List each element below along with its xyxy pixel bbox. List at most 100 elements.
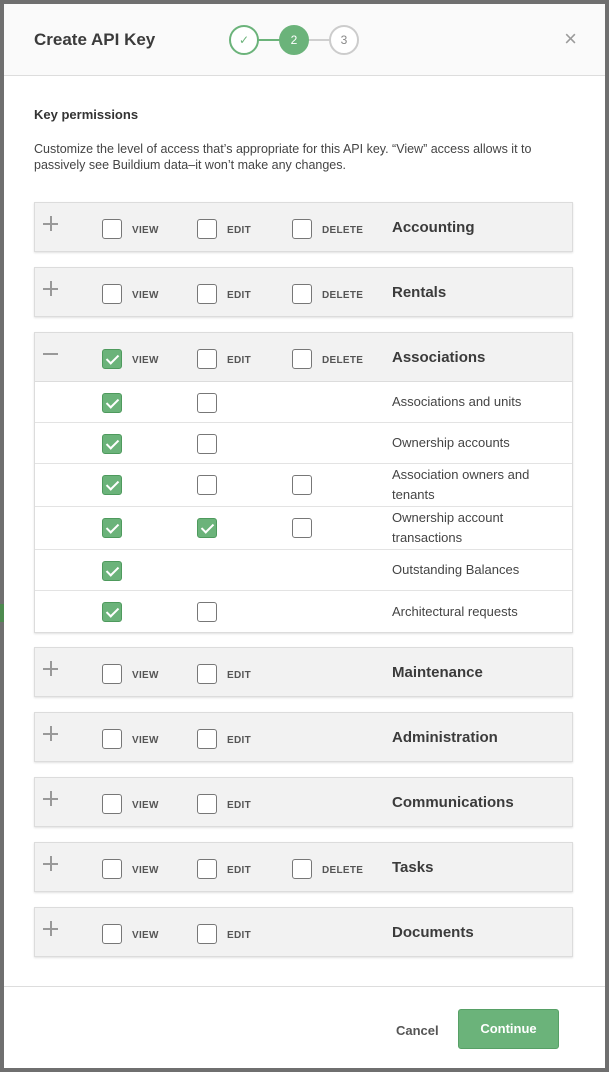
view-label: VIEW — [132, 800, 159, 811]
edit-label: EDIT — [227, 670, 251, 681]
expand-plus-icon[interactable] — [43, 216, 59, 232]
section-description: Customize the level of access that’s app… — [34, 142, 532, 172]
expand-plus-icon[interactable] — [43, 856, 59, 872]
permission-category-title: Communications — [392, 794, 514, 811]
permission-card-header: VIEW EDIT Administration — [35, 713, 572, 761]
edit-checkbox[interactable] — [197, 924, 217, 944]
edit-label: EDIT — [227, 930, 251, 941]
edit-label: EDIT — [227, 225, 251, 236]
view-label: VIEW — [132, 930, 159, 941]
permission-subitem-label: Architectural requests — [392, 603, 518, 619]
permission-subitem-label: Outstanding Balances — [392, 562, 520, 577]
close-icon[interactable]: × — [564, 26, 577, 52]
permission-subitems: Associations and units Ownership accounts… — [35, 381, 572, 632]
permission-card-maintenance: VIEW EDIT Maintenance — [34, 647, 573, 697]
permission-card-tasks: VIEW EDIT DELETE Tasks — [34, 842, 573, 892]
permission-card-header: VIEW EDIT Maintenance — [35, 648, 572, 696]
permission-category-title: Tasks — [392, 859, 434, 876]
permission-card-documents: VIEW EDIT Documents — [34, 907, 573, 957]
subitem-delete-checkbox[interactable] — [292, 518, 312, 538]
permission-category-title: Maintenance — [392, 664, 483, 681]
permission-subitem-row: Ownership account transactions — [35, 507, 572, 550]
permission-card-header: VIEW EDIT DELETE Accounting — [35, 203, 572, 251]
permission-subitem-row: Ownership accounts — [35, 423, 572, 464]
progress-stepper: ✓ 2 3 — [229, 25, 361, 55]
section-title: Key permissions — [34, 107, 139, 122]
subitem-delete-checkbox[interactable] — [292, 475, 312, 495]
edit-checkbox[interactable] — [197, 794, 217, 814]
edit-label: EDIT — [227, 355, 251, 366]
cancel-button[interactable]: Cancel — [396, 1023, 439, 1038]
delete-label: DELETE — [322, 290, 364, 301]
dialog-title: Create API Key — [34, 30, 156, 49]
edit-label: EDIT — [227, 800, 251, 811]
edit-checkbox[interactable] — [197, 349, 217, 369]
subitem-view-checkbox[interactable] — [102, 393, 122, 413]
edit-label: EDIT — [227, 290, 251, 301]
permission-card-header: VIEW EDIT Communications — [35, 778, 572, 826]
continue-button[interactable]: Continue — [458, 1009, 559, 1049]
edit-label: EDIT — [227, 865, 251, 876]
permission-card-header: VIEW EDIT Documents — [35, 908, 572, 956]
subitem-view-checkbox[interactable] — [102, 434, 122, 454]
expand-plus-icon[interactable] — [43, 791, 59, 807]
view-checkbox[interactable] — [102, 349, 122, 369]
delete-label: DELETE — [322, 355, 364, 366]
permission-card-administration: VIEW EDIT Administration — [34, 712, 573, 762]
view-checkbox[interactable] — [102, 284, 122, 304]
delete-checkbox[interactable] — [292, 349, 312, 369]
view-checkbox[interactable] — [102, 794, 122, 814]
subitem-edit-checkbox[interactable] — [197, 434, 217, 454]
permission-category-title: Documents — [392, 924, 474, 941]
permission-card-rentals: VIEW EDIT DELETE Rentals — [34, 267, 573, 317]
view-checkbox[interactable] — [102, 729, 122, 749]
expand-plus-icon[interactable] — [43, 661, 59, 677]
edit-checkbox[interactable] — [197, 859, 217, 879]
edit-label: EDIT — [227, 735, 251, 746]
permission-subitem-label: Ownership account transactions — [392, 510, 504, 545]
permission-card-associations: VIEW EDIT DELETE Associations Associations a… — [34, 332, 573, 633]
subitem-view-checkbox[interactable] — [102, 475, 122, 495]
view-checkbox[interactable] — [102, 664, 122, 684]
view-label: VIEW — [132, 865, 159, 876]
step-connector — [308, 39, 330, 41]
permission-category-title: Rentals — [392, 284, 447, 301]
permission-card-accounting: VIEW EDIT DELETE Accounting — [34, 202, 573, 252]
view-checkbox[interactable] — [102, 924, 122, 944]
view-checkbox[interactable] — [102, 219, 122, 239]
permission-subitem-row: Association owners and tenants — [35, 464, 572, 507]
edit-checkbox[interactable] — [197, 219, 217, 239]
delete-label: DELETE — [322, 225, 364, 236]
subitem-view-checkbox[interactable] — [102, 518, 122, 538]
subitem-view-checkbox[interactable] — [102, 602, 122, 622]
view-label: VIEW — [132, 290, 159, 301]
permission-category-title: Administration — [392, 729, 498, 746]
collapse-minus-icon[interactable] — [43, 346, 59, 362]
expand-plus-icon[interactable] — [43, 921, 59, 937]
step-1-complete-check-icon: ✓ — [229, 25, 259, 55]
subitem-edit-checkbox[interactable] — [197, 518, 217, 538]
step-3-upcoming: 3 — [329, 25, 359, 55]
view-label: VIEW — [132, 735, 159, 746]
expand-plus-icon[interactable] — [43, 726, 59, 742]
edit-checkbox[interactable] — [197, 729, 217, 749]
delete-checkbox[interactable] — [292, 284, 312, 304]
view-checkbox[interactable] — [102, 859, 122, 879]
step-connector — [258, 39, 280, 41]
dialog-footer: Cancel Continue — [4, 986, 605, 1068]
permission-subitem-row: Associations and units — [35, 382, 572, 423]
permission-subitem-row: Outstanding Balances — [35, 550, 572, 591]
edit-checkbox[interactable] — [197, 284, 217, 304]
edit-checkbox[interactable] — [197, 664, 217, 684]
subitem-edit-checkbox[interactable] — [197, 602, 217, 622]
delete-checkbox[interactable] — [292, 219, 312, 239]
permission-card-header: VIEW EDIT DELETE Rentals — [35, 268, 572, 316]
delete-checkbox[interactable] — [292, 859, 312, 879]
permission-subitem-label: Ownership accounts — [392, 435, 510, 450]
subitem-edit-checkbox[interactable] — [197, 475, 217, 495]
expand-plus-icon[interactable] — [43, 281, 59, 297]
subitem-view-checkbox[interactable] — [102, 561, 122, 581]
permission-category-title: Associations — [392, 349, 486, 366]
subitem-edit-checkbox[interactable] — [197, 393, 217, 413]
delete-label: DELETE — [322, 865, 364, 876]
